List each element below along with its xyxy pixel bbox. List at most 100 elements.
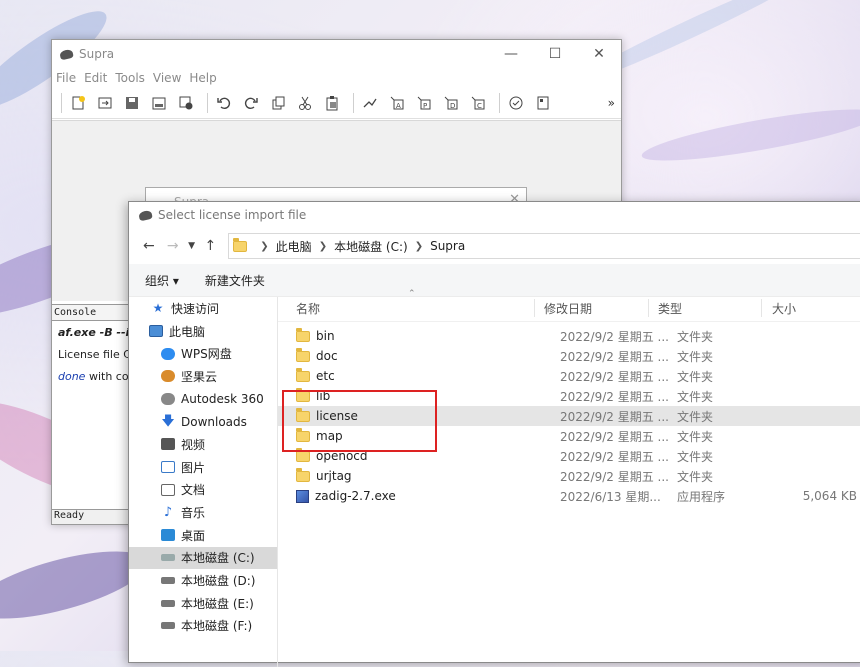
nav-label: 视频	[181, 437, 206, 452]
new-folder-button[interactable]: 新建文件夹	[205, 272, 265, 289]
paste-icon[interactable]	[321, 92, 343, 114]
fit-icon[interactable]	[359, 92, 381, 114]
open-icon[interactable]	[94, 92, 116, 114]
nav-autodesk-360[interactable]: Autodesk 360	[129, 388, 277, 411]
maximize-button[interactable]: ☐	[533, 40, 577, 68]
save-icon[interactable]	[121, 92, 143, 114]
download-icon: 🡇	[161, 413, 175, 429]
sort-ascending-icon: ⌃	[408, 289, 416, 299]
menu-edit[interactable]: Edit	[84, 71, 107, 85]
toolbar-overflow-icon[interactable]: »	[608, 96, 615, 110]
file-type: 应用程序	[677, 489, 726, 504]
menu-file[interactable]: File	[56, 71, 76, 85]
nav-label: 文档	[181, 483, 206, 498]
file-date: 2022/9/2 星期五 ...	[560, 469, 669, 484]
nav-label: 本地磁盘 (C:)	[181, 551, 255, 566]
align-d-icon[interactable]: C	[467, 92, 489, 114]
supra-app-icon	[138, 209, 153, 221]
nav-this-pc[interactable]: 此电脑	[129, 320, 277, 343]
nav-music[interactable]: ♪ 音乐	[129, 501, 277, 524]
breadcrumb-this-pc[interactable]: 此电脑	[276, 238, 312, 255]
column-divider[interactable]	[761, 299, 762, 317]
file-name: etc	[316, 369, 335, 383]
menu-tools[interactable]: Tools	[115, 71, 145, 85]
nav-videos[interactable]: 视频	[129, 433, 277, 456]
file-row-urjtag[interactable]: urjtag 2022/9/2 星期五 ... 文件夹	[278, 466, 860, 486]
breadcrumb-supra[interactable]: Supra	[430, 239, 465, 253]
column-date[interactable]: 修改日期	[526, 300, 640, 317]
console-license-line: License file C	[58, 348, 130, 361]
file-date: 2022/9/2 星期五 ...	[560, 369, 669, 384]
file-row-lib[interactable]: lib 2022/9/2 星期五 ... 文件夹	[278, 386, 860, 406]
menu-help[interactable]: Help	[189, 71, 216, 85]
align-b-icon[interactable]: P	[413, 92, 435, 114]
file-row-map[interactable]: map 2022/9/2 星期五 ... 文件夹	[278, 426, 860, 446]
menu-view[interactable]: View	[153, 71, 181, 85]
supra-toolbar: A P D C »	[52, 88, 621, 119]
properties-icon[interactable]	[532, 92, 554, 114]
file-row-doc[interactable]: doc 2022/9/2 星期五 ... 文件夹	[278, 346, 860, 366]
nav-jianguoyun[interactable]: 坚果云	[129, 365, 277, 388]
settings-icon[interactable]	[175, 92, 197, 114]
nav-documents[interactable]: 文档	[129, 479, 277, 502]
chevron-right-icon[interactable]: ❯	[260, 241, 268, 252]
up-arrow-icon[interactable]: ↑	[198, 238, 222, 254]
align-c-icon[interactable]: D	[440, 92, 462, 114]
undo-icon[interactable]	[213, 92, 235, 114]
nav-downloads[interactable]: 🡇 Downloads	[129, 410, 277, 433]
drive-icon	[161, 599, 175, 607]
new-file-icon[interactable]	[67, 92, 89, 114]
nav-local-disk-f[interactable]: 本地磁盘 (F:)	[129, 615, 277, 638]
minimize-button[interactable]: —	[489, 40, 533, 68]
supra-title: Supra	[79, 47, 115, 61]
nav-local-disk-d[interactable]: 本地磁盘 (D:)	[129, 569, 277, 592]
folder-icon	[296, 467, 310, 482]
organize-button[interactable]: 组织 ▾	[145, 272, 179, 289]
copy-icon[interactable]	[267, 92, 289, 114]
forward-arrow-icon[interactable]: →	[161, 238, 185, 254]
file-row-bin[interactable]: bin 2022/9/2 星期五 ... 文件夹	[278, 326, 860, 346]
nav-local-disk-c[interactable]: 本地磁盘 (C:)	[129, 546, 277, 570]
folder-icon	[296, 327, 310, 342]
file-row-etc[interactable]: etc 2022/9/2 星期五 ... 文件夹	[278, 366, 860, 386]
chevron-right-icon[interactable]: ❯	[319, 241, 327, 252]
check-icon[interactable]	[505, 92, 527, 114]
column-size[interactable]: 大小	[754, 300, 842, 317]
nav-label: 此电脑	[169, 324, 206, 339]
breadcrumb-local-disk-c[interactable]: 本地磁盘 (C:)	[334, 238, 408, 255]
drive-icon	[161, 577, 175, 585]
column-type[interactable]: 类型	[640, 300, 754, 317]
nav-local-disk-e[interactable]: 本地磁盘 (E:)	[129, 592, 277, 615]
column-divider[interactable]	[534, 299, 535, 317]
redo-icon[interactable]	[240, 92, 262, 114]
align-a-icon[interactable]: A	[386, 92, 408, 114]
chevron-right-icon[interactable]: ❯	[415, 241, 423, 252]
nav-quick-access[interactable]: ★ 快速访问	[129, 297, 277, 320]
back-arrow-icon[interactable]: ←	[137, 238, 161, 254]
column-divider[interactable]	[648, 299, 649, 317]
toolbar-separator	[499, 93, 500, 113]
nav-wps-drive[interactable]: WPS网盘	[129, 342, 277, 365]
recent-dropdown-icon[interactable]: ▼	[185, 241, 199, 251]
cut-icon[interactable]	[294, 92, 316, 114]
console-tab[interactable]: Console	[52, 305, 130, 321]
folder-icon	[296, 387, 310, 402]
toolbar-separator	[61, 93, 62, 113]
nav-label: 桌面	[181, 528, 206, 543]
console-done-line: done with cod	[58, 369, 130, 385]
file-row-license[interactable]: license 2022/9/2 星期五 ... 文件夹	[278, 406, 860, 426]
address-bar[interactable]: ❯ 此电脑 ❯ 本地磁盘 (C:) ❯ Supra	[228, 233, 860, 259]
file-row-zadig[interactable]: zadig-2.7.exe 2022/6/13 星期... 应用程序 5,064…	[278, 486, 860, 506]
close-button[interactable]: ✕	[577, 40, 621, 68]
nav-label: WPS网盘	[181, 347, 232, 362]
supra-titlebar[interactable]: Supra — ☐ ✕	[52, 40, 621, 68]
file-row-openocd[interactable]: openocd 2022/9/2 星期五 ... 文件夹	[278, 446, 860, 466]
file-name: bin	[316, 329, 335, 343]
save-as-icon[interactable]	[148, 92, 170, 114]
column-name[interactable]: 名称	[278, 300, 526, 317]
dialog-titlebar[interactable]: Select license import file	[129, 202, 860, 228]
nav-desktop[interactable]: 桌面	[129, 524, 277, 547]
nav-pictures[interactable]: 图片	[129, 456, 277, 479]
file-type: 文件夹	[677, 429, 714, 444]
status-bar: Ready	[52, 509, 132, 524]
